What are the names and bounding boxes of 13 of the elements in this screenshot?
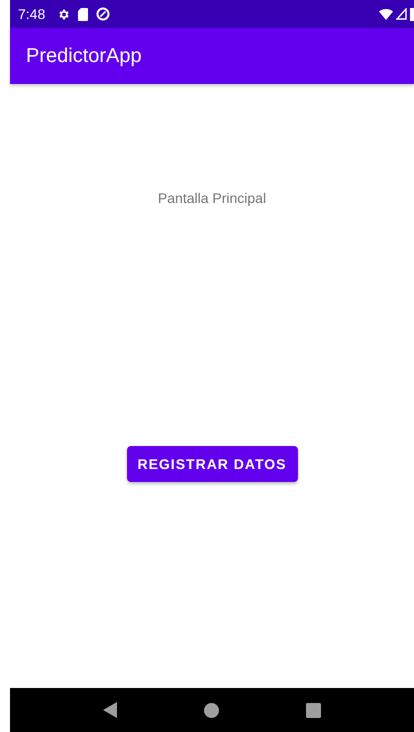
wifi-icon — [379, 8, 393, 20]
data-saver-icon — [96, 7, 110, 21]
screen-label: Pantalla Principal — [158, 190, 266, 206]
sd-card-icon — [78, 8, 88, 20]
app-title: PredictorApp — [26, 44, 142, 68]
settings-icon — [57, 8, 70, 20]
signal-icon — [396, 8, 407, 20]
back-icon[interactable] — [103, 702, 118, 718]
home-icon[interactable] — [204, 702, 219, 718]
battery-icon — [410, 8, 414, 20]
status-time: 7:48 — [18, 6, 46, 22]
recents-icon[interactable] — [306, 702, 321, 718]
register-button[interactable]: REGISTRAR DATOS — [126, 446, 298, 482]
